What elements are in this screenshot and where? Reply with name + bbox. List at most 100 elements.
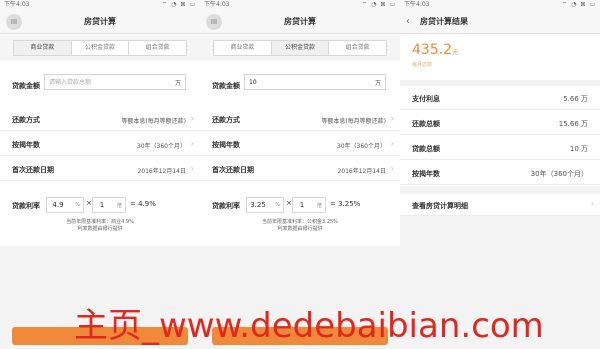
rate-result: = 4.9% xyxy=(130,200,156,208)
base-rate-value: 4.9 xyxy=(52,201,64,209)
title-bar: ‹ 房贷计算结果 xyxy=(400,10,600,34)
base-rate-value: 3.25 xyxy=(250,201,266,209)
rate-result: = 3.25% xyxy=(330,200,361,208)
repay-method-row[interactable]: 还款方式 等额本息(每月等额还款) › xyxy=(200,107,400,131)
title-bar: III 房贷计算 xyxy=(200,10,400,34)
view-detail-label: 查看房贷计算明细 xyxy=(412,202,468,210)
first-repay-date-value: 2016年12月14日 xyxy=(337,168,386,175)
repay-method-label: 还款方式 xyxy=(212,116,240,124)
status-bar: 下午4:03 ⌔ ◔ ⊠ ▭ xyxy=(400,0,600,10)
loan-years-label: 按揭年数 xyxy=(212,141,240,149)
first-repay-date-row[interactable]: 首次还款日期 2016年12月14日 › xyxy=(200,157,400,181)
base-rate-unit: % xyxy=(275,202,280,208)
loan-amount-field[interactable]: 万 xyxy=(44,74,186,90)
status-time: 下午4:03 xyxy=(204,1,230,8)
result-row-total-repay: 还款总额 15.66 万 xyxy=(400,111,600,135)
multiply-sign: × xyxy=(86,199,92,207)
first-repay-date-value: 2016年12月14日 xyxy=(137,168,186,175)
tab-commercial-loan[interactable]: 商业贷款 xyxy=(214,41,272,55)
rate-source-note: 利率数据由银行提供 xyxy=(77,226,123,232)
base-rate-field[interactable]: 4.9 % xyxy=(46,197,84,213)
loan-amount-label: 贷款金额 xyxy=(212,82,240,90)
result-row-loan-total: 贷款总额 10 万 xyxy=(400,136,600,160)
title-bar: III 房贷计算 xyxy=(0,10,200,34)
repay-method-label: 还款方式 xyxy=(12,116,40,124)
loan-years-value: 30年（360个月） xyxy=(336,143,386,150)
result-label: 支付利息 xyxy=(412,95,440,103)
rate-multiplier-unit: 倍 xyxy=(116,203,122,209)
monthly-payment-caption: 每月还款 xyxy=(412,62,433,68)
repay-method-row[interactable]: 还款方式 等额本息(每月等额还款) › xyxy=(0,107,200,131)
monthly-payment-value: 435.2 xyxy=(412,42,453,58)
result-value: 30年（360个月） xyxy=(530,170,588,178)
result-value: 15.66 万 xyxy=(558,120,588,128)
repay-method-value: 等额本息(每月等额还款) xyxy=(321,118,386,125)
result-label: 还款总额 xyxy=(412,120,440,128)
page-title: 房贷计算 xyxy=(84,17,116,26)
chevron-right-icon: › xyxy=(190,114,194,123)
screen-commercial-loan-empty: 下午4:03 ⌔ ◔ ⊠ ▭ III 房贷计算 商业贷款 公积金贷款 组合贷款 … xyxy=(0,0,200,349)
loan-years-row[interactable]: 按揭年数 30年（360个月） › xyxy=(0,132,200,156)
rate-multiplier-value: 1 xyxy=(299,201,305,209)
screen-calculation-result: 下午4:03 ⌔ ◔ ⊠ ▭ ‹ 房贷计算结果 435.2元 每月还款 支付利息… xyxy=(400,0,600,349)
loan-amount-unit: 万 xyxy=(374,80,381,87)
repay-method-value: 等额本息(每月等额还款) xyxy=(121,118,186,125)
tab-combined-loan[interactable]: 组合贷款 xyxy=(329,41,386,55)
loan-type-tabs: 商业贷款 公积金贷款 组合贷款 xyxy=(13,40,187,56)
base-rate-field[interactable]: 3.25 % xyxy=(246,197,284,213)
base-rate-unit: % xyxy=(75,202,80,208)
loan-rate-label: 贷款利率 xyxy=(212,202,240,210)
first-repay-date-row[interactable]: 首次还款日期 2016年12月14日 › xyxy=(0,157,200,181)
status-time: 下午4:03 xyxy=(4,1,30,8)
page-title: 房贷计算结果 xyxy=(420,17,468,26)
first-repay-date-label: 首次还款日期 xyxy=(212,166,254,174)
loan-amount-input[interactable] xyxy=(49,77,149,87)
rate-multiplier-value: 1 xyxy=(99,201,105,209)
rate-multiplier-field[interactable]: 1 倍 xyxy=(292,197,326,213)
rate-source-note: 利率数据由银行提供 xyxy=(277,226,323,232)
rate-multiplier-field[interactable]: 1 倍 xyxy=(92,197,126,213)
chevron-right-icon: › xyxy=(390,139,394,148)
watermark-text: 主页_www.dedebaibian.com xyxy=(74,306,544,346)
tab-commercial-loan[interactable]: 商业贷款 xyxy=(14,41,72,55)
loan-amount-row: 贷款金额 万 xyxy=(0,62,200,102)
first-repay-date-label: 首次还款日期 xyxy=(12,166,54,174)
back-arrow-icon[interactable]: ‹ xyxy=(406,15,410,28)
rate-note: 当前年限基准利率：公积金3.25% xyxy=(262,219,338,225)
loan-years-row[interactable]: 按揭年数 30年（360个月） › xyxy=(200,132,400,156)
chevron-right-icon: › xyxy=(190,164,194,173)
result-label: 按揭年数 xyxy=(412,170,440,178)
loan-rate-label: 贷款利率 xyxy=(12,202,40,210)
tab-provident-fund-loan[interactable]: 公积金贷款 xyxy=(72,41,130,55)
view-detail-link[interactable]: 查看房贷计算明细 › xyxy=(400,194,600,216)
screen-provident-fund-loan-filled: 下午4:03 ⌔ ◔ ⊠ ▭ III 房贷计算 商业贷款 公积金贷款 组合贷款 … xyxy=(200,0,400,349)
loan-amount-label: 贷款金额 xyxy=(12,82,40,90)
chevron-right-icon: › xyxy=(390,164,394,173)
result-value: 5.66 万 xyxy=(563,95,588,103)
loan-amount-unit: 万 xyxy=(174,80,181,87)
status-bar: 下午4:03 ⌔ ◔ ⊠ ▭ xyxy=(0,0,200,10)
status-icons: ⌔ ◔ ⊠ ▭ xyxy=(161,1,196,8)
rate-note: 当前年限基准利率：商业4.9% xyxy=(66,219,134,225)
result-row-years: 按揭年数 30年（360个月） xyxy=(400,161,600,185)
monthly-payment-card: 435.2元 每月还款 xyxy=(400,35,600,80)
status-icons: ⌔ ◔ ⊠ ▭ xyxy=(561,1,596,8)
monthly-payment-unit: 元 xyxy=(452,49,459,56)
status-time: 下午4:03 xyxy=(404,1,430,8)
loan-amount-field[interactable]: 万 xyxy=(244,74,386,90)
chevron-right-icon: › xyxy=(190,139,194,148)
page-title: 房贷计算 xyxy=(284,17,316,26)
result-row-interest: 支付利息 5.66 万 xyxy=(400,86,600,110)
loan-years-value: 30年（360个月） xyxy=(136,143,186,150)
loan-type-tabs: 商业贷款 公积金贷款 组合贷款 xyxy=(213,40,387,56)
result-value: 10 万 xyxy=(569,145,588,153)
status-icons: ⌔ ◔ ⊠ ▭ xyxy=(361,1,396,8)
rate-multiplier-unit: 倍 xyxy=(316,203,322,209)
section-divider xyxy=(400,186,600,194)
loan-type-tabs-area: 商业贷款 公积金贷款 组合贷款 xyxy=(0,35,200,61)
loan-amount-input[interactable] xyxy=(249,77,349,87)
tab-combined-loan[interactable]: 组合贷款 xyxy=(129,41,186,55)
loan-years-label: 按揭年数 xyxy=(12,141,40,149)
tab-provident-fund-loan[interactable]: 公积金贷款 xyxy=(271,41,330,55)
result-label: 贷款总额 xyxy=(412,145,440,153)
